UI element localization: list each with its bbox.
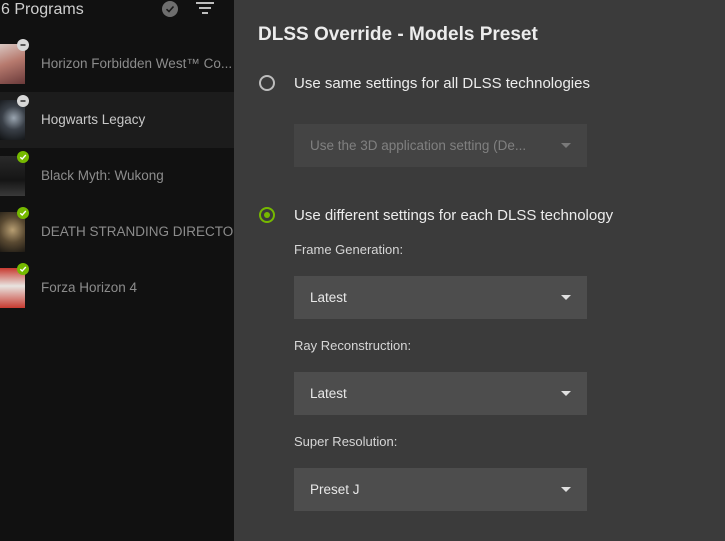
game-name: Forza Horizon 4 xyxy=(41,280,138,295)
super-resolution-dropdown[interactable]: Preset J xyxy=(294,468,587,511)
program-row-horizon[interactable]: Horizon Forbidden West™ Co... xyxy=(0,36,234,92)
program-count: 6 Programs xyxy=(1,1,84,18)
game-name: Horizon Forbidden West™ Co... xyxy=(41,56,233,71)
ray-reconstruction-label: Ray Reconstruction: xyxy=(294,338,412,353)
radio-same-settings[interactable] xyxy=(259,75,275,91)
game-name: Black Myth: Wukong xyxy=(41,168,164,183)
chevron-down-icon xyxy=(561,391,571,396)
radio-same-settings-label[interactable]: Use same settings for all DLSS technolog… xyxy=(294,75,590,92)
chevron-down-icon xyxy=(561,487,571,492)
dropdown-value: Latest xyxy=(310,386,347,401)
frame-generation-label: Frame Generation: xyxy=(294,242,404,257)
ray-reconstruction-dropdown[interactable]: Latest xyxy=(294,372,587,415)
game-name: DEATH STRANDING DIRECTOR'S CUT xyxy=(41,224,234,239)
same-settings-dropdown: Use the 3D application setting (De... xyxy=(294,124,587,167)
radio-different-settings[interactable] xyxy=(259,207,275,223)
dropdown-value: Latest xyxy=(310,290,347,305)
check-badge-icon xyxy=(17,151,29,163)
super-resolution-label: Super Resolution: xyxy=(294,434,398,449)
removed-badge-icon xyxy=(17,39,29,51)
panel-title: DLSS Override - Models Preset xyxy=(258,24,538,45)
dlss-override-panel: DLSS Override - Models Preset Use same s… xyxy=(234,0,725,541)
program-row-hogwarts[interactable]: Hogwarts Legacy xyxy=(0,92,234,148)
frame-generation-dropdown[interactable]: Latest xyxy=(294,276,587,319)
program-row-forza[interactable]: Forza Horizon 4 xyxy=(0,260,234,316)
program-list: 6 Programs Horizon Forbidden West™ Co...… xyxy=(0,0,234,541)
dropdown-value: Preset J xyxy=(310,482,360,497)
chevron-down-icon xyxy=(561,143,571,148)
check-circle-icon[interactable] xyxy=(162,1,178,17)
program-row-black-myth[interactable]: Black Myth: Wukong xyxy=(0,148,234,204)
program-list-header: 6 Programs xyxy=(0,0,234,36)
radio-different-settings-label[interactable]: Use different settings for each DLSS tec… xyxy=(294,207,613,224)
filter-icon[interactable] xyxy=(195,0,215,16)
chevron-down-icon xyxy=(561,295,571,300)
check-badge-icon xyxy=(17,207,29,219)
dropdown-value: Use the 3D application setting (De... xyxy=(310,138,527,153)
game-name: Hogwarts Legacy xyxy=(41,112,146,127)
program-row-death-stranding[interactable]: DEATH STRANDING DIRECTOR'S CUT xyxy=(0,204,234,260)
check-badge-icon xyxy=(17,263,29,275)
removed-badge-icon xyxy=(17,95,29,107)
